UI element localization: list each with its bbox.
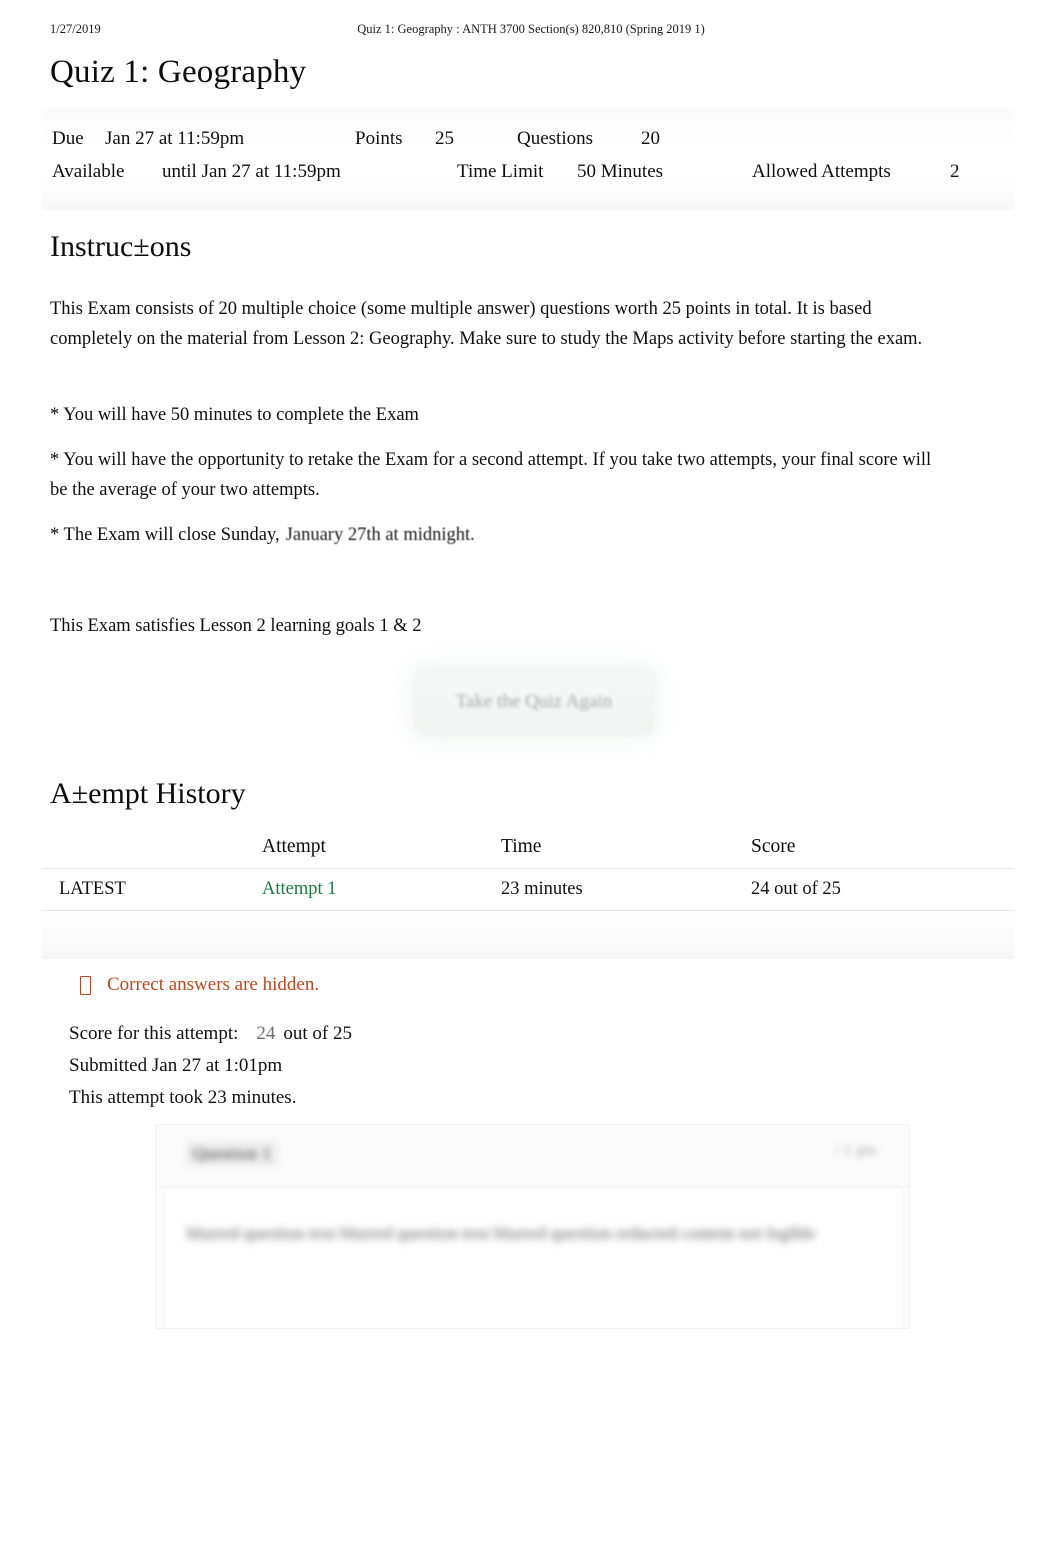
question-card: Question 1 / 1 pts blurred question text… [155,1124,910,1329]
score-label: Score for this attempt: [69,1023,239,1044]
instructions-paragraph-2: * You will have 50 minutes to complete t… [50,405,419,425]
quiz-details-row-2: Available until Jan 27 at 11:59pm Time L… [42,155,1014,189]
close-date-prefix: * The Exam will close Sunday, [50,525,280,545]
question-points-label: / 1 pts [834,1142,877,1159]
quiz-details: Due Jan 27 at 11:59pm Points 25 Question… [42,108,1014,210]
row-kind-label: LATEST [59,879,126,899]
question-number-label: Question 1 [186,1142,279,1166]
questions-label: Questions [517,128,593,149]
questions-value: 20 [641,128,660,149]
attempt-history-table: Attempt Time Score LATEST Attempt 1 23 m… [42,826,1014,959]
print-header-title: Quiz 1: Geography : ANTH 3700 Section(s)… [357,22,705,36]
attempt-history-heading: A±empt History [50,777,246,810]
submitted-line: Submitted Jan 27 at 1:01pm [69,1055,283,1076]
time-limit-label: Time Limit [457,161,544,182]
question-text: blurred question text blurred question t… [187,1223,816,1243]
score-value: 24 [256,1023,276,1044]
instructions-heading: Instruc±ons [50,230,192,263]
column-header-score: Score [751,836,796,857]
instructions-paragraph-3: * You will have the opportunity to retak… [50,450,932,500]
score-summary: Score for this attempt: 24 out of 25 Submi… [69,1018,352,1114]
due-label: Due [52,128,84,149]
question-card-body: blurred question text blurred question t… [164,1188,903,1328]
quiz-details-row-1: Due Jan 27 at 11:59pm Points 25 Question… [42,122,1014,156]
points-label: Points [355,128,403,149]
print-header: 1/27/2019 Quiz 1: Geography : ANTH 3700 … [0,22,1062,44]
time-limit-value: 50 Minutes [577,161,664,182]
instructions-paragraph-4: * The Exam will close Sunday, January 27t… [50,520,940,550]
table-footer-gradient [42,911,1014,959]
score-suffix: out of 25 [283,1023,352,1044]
correct-answers-hidden-text: Correct answers are hidden. [107,974,320,995]
table-header-row: Attempt Time Score [42,826,1014,868]
row-time-value: 23 minutes [501,879,583,899]
table-row: LATEST Attempt 1 23 minutes 24 out of 25 [42,868,1014,910]
question-card-header: Question 1 / 1 pts [156,1125,909,1187]
points-value: 25 [435,128,454,149]
allowed-attempts-label: Allowed Attempts [752,161,891,182]
column-header-attempt: Attempt [262,836,326,857]
duration-line: This attempt took 23 minutes. [69,1087,297,1108]
close-date-highlight: January 27th at midnight. [285,525,475,545]
available-value: until Jan 27 at 11:59pm [162,161,341,182]
retake-quiz-button-wrap: Take the Quiz Again [414,668,654,736]
row-score-value: 24 out of 25 [751,879,841,899]
take-quiz-again-button[interactable]: Take the Quiz Again [414,668,654,736]
column-header-time: Time [501,836,542,857]
allowed-attempts-value: 2 [950,161,960,182]
missing-glyph-box-icon [80,975,91,995]
instructions-paragraph-1: This Exam consists of 20 multiple choice… [50,299,923,349]
attempt-1-link[interactable]: Attempt 1 [262,879,337,899]
correct-answers-hidden-notice: Correct answers are hidden. [80,970,319,1000]
page-title: Quiz 1: Geography [50,54,307,90]
available-label: Available [52,161,125,182]
instructions-paragraph-5: This Exam satisfies Lesson 2 learning go… [50,616,422,636]
attempt-link-cell: Attempt 1 [262,868,337,910]
score-for-attempt-line: Score for this attempt: 24 out of 25 [69,1018,352,1050]
due-value: Jan 27 at 11:59pm [105,128,245,149]
